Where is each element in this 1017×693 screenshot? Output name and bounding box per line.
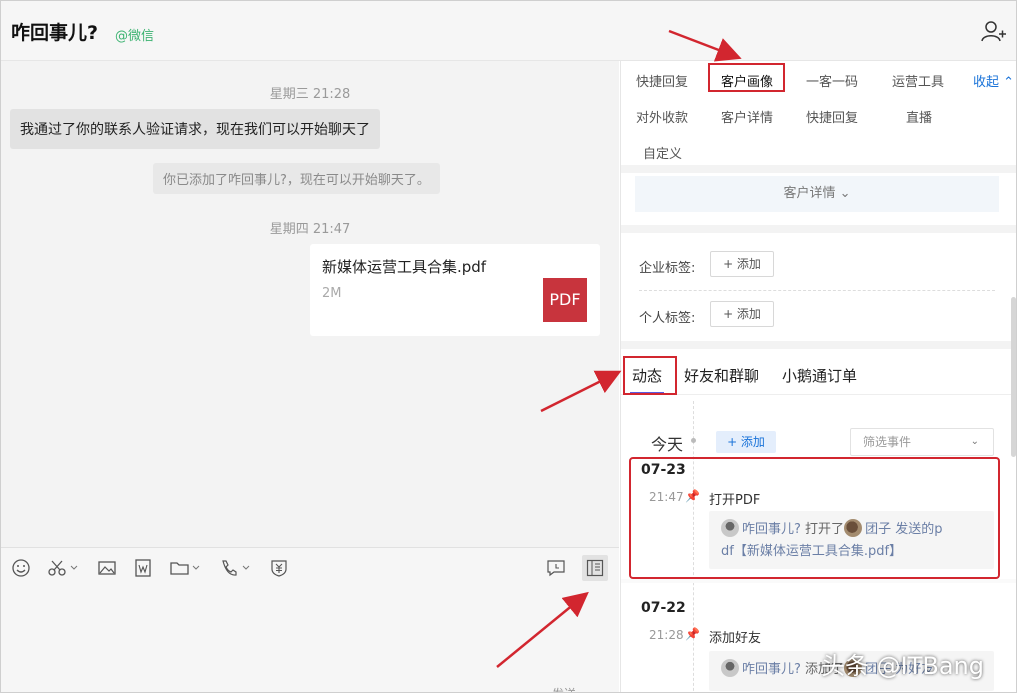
add-personal-tag-button[interactable]: + 添加 bbox=[710, 301, 774, 327]
file-name: 新媒体运营工具合集.pdf bbox=[322, 258, 487, 276]
smiley-icon[interactable] bbox=[11, 558, 31, 578]
sidebar-toggle-button[interactable] bbox=[582, 555, 608, 581]
highlight-customer-profile bbox=[708, 63, 785, 92]
collapse-link[interactable]: 收起 ⌃ bbox=[973, 71, 1014, 90]
source-badge: @微信 bbox=[115, 29, 155, 44]
divider bbox=[621, 341, 1016, 349]
app-window: 咋回事儿? @微信 星期三 21:28 我通过了你的联系人验证请求，现在我们可以… bbox=[0, 0, 1017, 693]
input-toolbar bbox=[1, 547, 619, 587]
word-icon[interactable] bbox=[133, 558, 153, 578]
tool-external-payment[interactable]: 对外收款 bbox=[636, 107, 688, 126]
money-icon[interactable] bbox=[269, 558, 289, 578]
folder-icon[interactable] bbox=[169, 558, 203, 578]
system-notice: 你已添加了咋回事儿?，现在可以开始聊天了。 bbox=[153, 163, 440, 194]
tool-quick-reply[interactable]: 快捷回复 bbox=[636, 71, 688, 90]
tool-quick-reply-2[interactable]: 快捷回复 bbox=[806, 107, 858, 126]
divider bbox=[621, 165, 1016, 173]
add-contact-icon[interactable] bbox=[980, 19, 1006, 45]
today-label: 今天 bbox=[651, 435, 684, 454]
phone-icon[interactable] bbox=[219, 558, 253, 578]
timestamp: 星期四 21:47 bbox=[269, 222, 351, 237]
event-time: 21:28 bbox=[649, 628, 684, 642]
chat-title: 咋回事儿? bbox=[11, 22, 99, 44]
send-hint: 发送 bbox=[552, 685, 576, 692]
tool-one-customer-code[interactable]: 一客一码 bbox=[806, 71, 858, 90]
file-size: 2M bbox=[322, 286, 342, 301]
chevron-down-icon: ⌄ bbox=[839, 186, 851, 201]
chat-messages[interactable]: 星期三 21:28 我通过了你的联系人验证请求，现在我们可以开始聊天了 你已添加… bbox=[1, 61, 619, 547]
image-icon[interactable] bbox=[97, 558, 117, 578]
tool-custom[interactable]: 自定义 bbox=[643, 143, 682, 162]
detail-label: 客户详情 bbox=[783, 186, 836, 201]
customer-sidebar: 快捷回复 客户画像 一客一码 运营工具 收起 ⌃ 对外收款 客户详情 快捷回复 … bbox=[620, 61, 1016, 692]
chat-header: 咋回事儿? @微信 bbox=[1, 1, 1016, 61]
pdf-icon: PDF bbox=[543, 278, 587, 322]
divider bbox=[621, 579, 1016, 583]
scissors-icon[interactable] bbox=[47, 558, 81, 578]
tab-friends-groups[interactable]: 好友和群聊 bbox=[684, 365, 759, 386]
message-input[interactable]: 发送 bbox=[1, 587, 619, 692]
personal-tag-label: 个人标签: bbox=[639, 311, 696, 326]
tool-customer-detail[interactable]: 客户详情 bbox=[721, 107, 773, 126]
tool-operation[interactable]: 运营工具 bbox=[892, 71, 944, 90]
collapse-label: 收起 bbox=[973, 75, 1000, 90]
highlight-event bbox=[629, 457, 1000, 579]
sidebar-icon bbox=[586, 559, 604, 577]
chevron-down-icon: ⌄ bbox=[970, 436, 979, 447]
event-title: 添加好友 bbox=[709, 631, 762, 646]
filter-placeholder: 筛选事件 bbox=[863, 435, 912, 449]
event-filter-select[interactable]: 筛选事件 ⌄ bbox=[850, 428, 994, 456]
highlight-activity-tab bbox=[623, 356, 677, 395]
quick-tools: 快捷回复 客户画像 一客一码 运营工具 收起 ⌃ 对外收款 客户详情 快捷回复 … bbox=[621, 61, 1016, 171]
avatar bbox=[721, 659, 739, 677]
divider bbox=[639, 290, 995, 291]
add-event-button[interactable]: + 添加 bbox=[716, 431, 776, 453]
tab-orders[interactable]: 小鹅通订单 bbox=[782, 365, 857, 386]
watermark: 头条 @ITBang bbox=[821, 652, 984, 680]
tool-live[interactable]: 直播 bbox=[906, 107, 932, 126]
add-enterprise-tag-button[interactable]: + 添加 bbox=[710, 251, 774, 277]
customer-detail-toggle[interactable]: 客户详情 ⌄ bbox=[635, 176, 999, 212]
chevron-up-icon: ⌃ bbox=[1003, 75, 1015, 90]
timestamp: 星期三 21:28 bbox=[269, 87, 351, 102]
activity-tabs: 动态 好友和群聊 小鹅通订单 bbox=[621, 351, 1016, 395]
file-message[interactable]: 新媒体运营工具合集.pdf 2M PDF bbox=[310, 244, 600, 336]
enterprise-tag-label: 企业标签: bbox=[639, 261, 696, 276]
event-user: 咋回事儿? bbox=[742, 662, 801, 677]
timeline-dot bbox=[691, 438, 696, 443]
pin-icon[interactable]: 📌 bbox=[685, 627, 700, 641]
divider bbox=[621, 225, 1016, 233]
scrollbar[interactable] bbox=[1011, 297, 1016, 457]
chat-history-icon[interactable] bbox=[546, 558, 566, 578]
event-date: 07-22 bbox=[641, 600, 686, 616]
message-bubble[interactable]: 我通过了你的联系人验证请求，现在我们可以开始聊天了 bbox=[10, 109, 380, 149]
